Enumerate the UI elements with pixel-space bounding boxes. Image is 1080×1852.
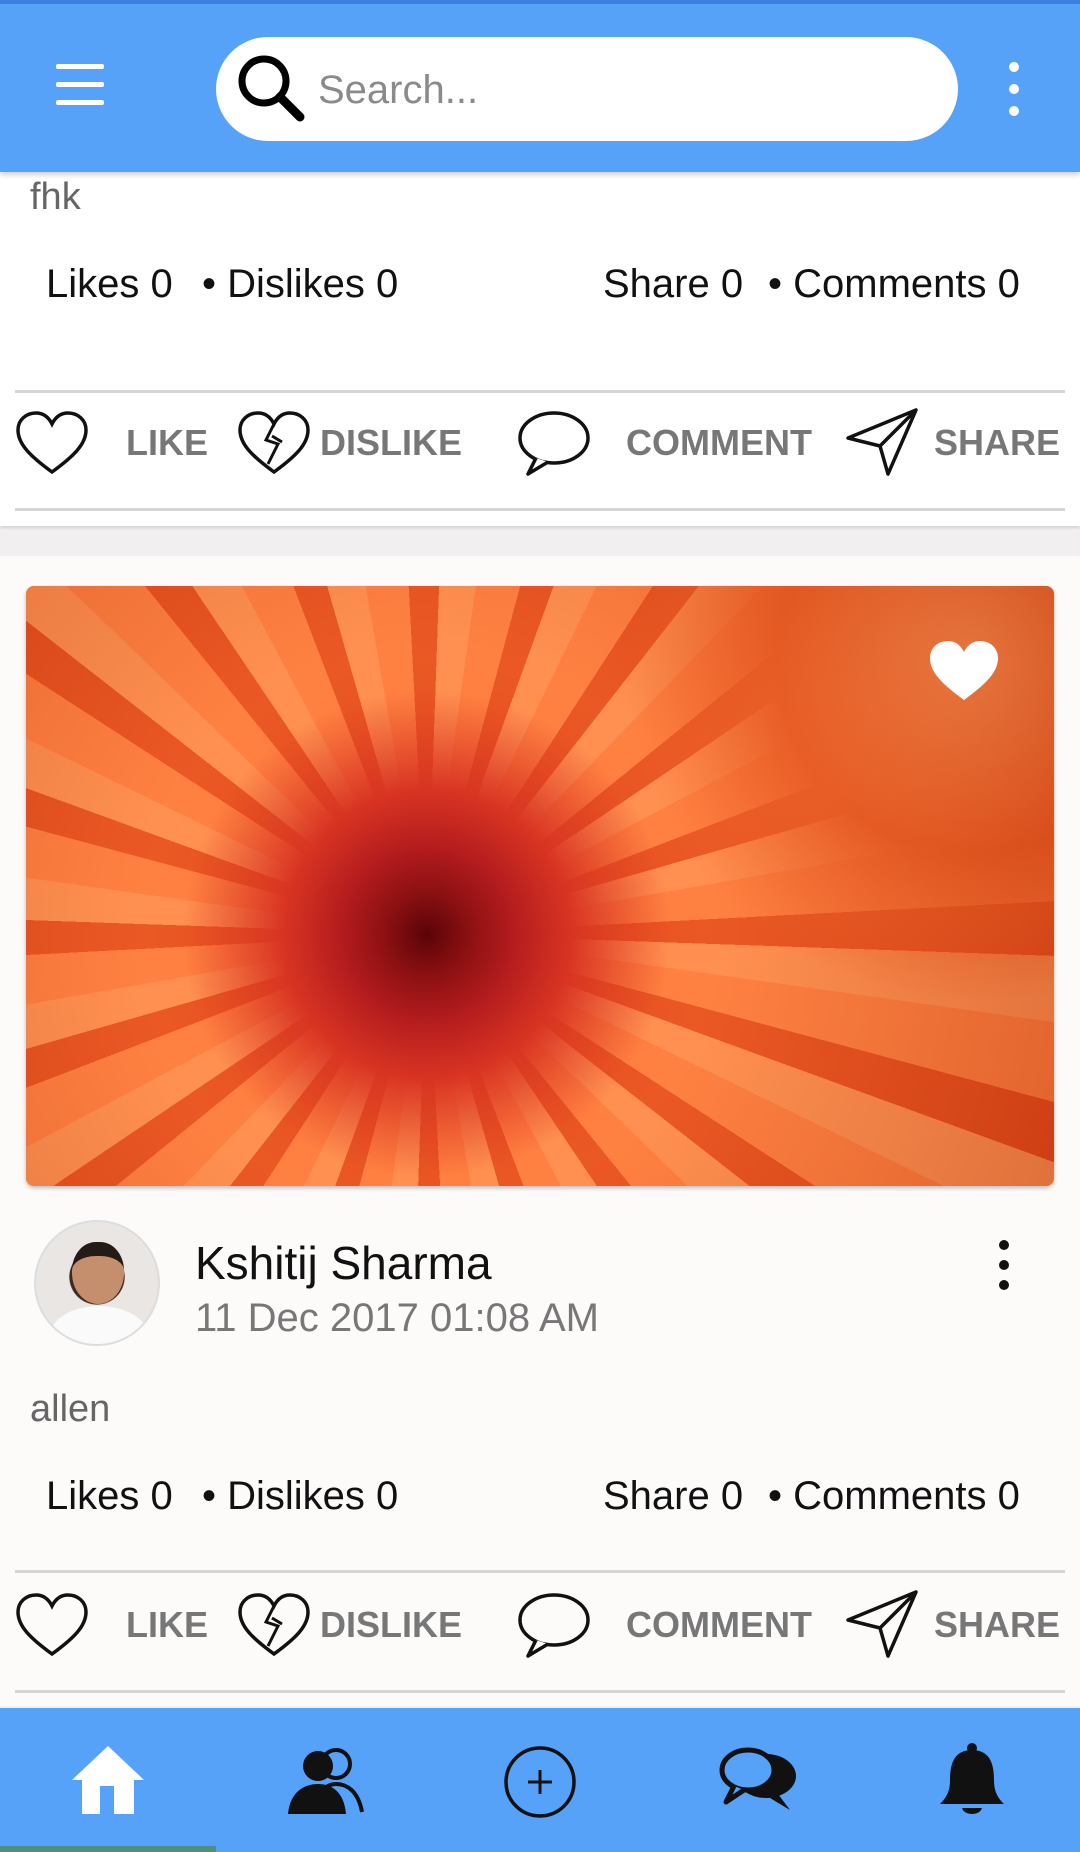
divider (15, 1570, 1065, 1573)
dislike-button[interactable]: DISLIKE (234, 398, 462, 488)
shares-count[interactable]: Share 0 (603, 262, 743, 307)
likes-count[interactable]: Likes 0 (46, 1474, 173, 1519)
comment-label: COMMENT (626, 1604, 812, 1645)
share-label: SHARE (934, 1604, 1061, 1645)
post-card: Kshitij Sharma 11 Dec 2017 01:08 AM alle… (0, 556, 1080, 1706)
favorite-heart-icon[interactable] (926, 636, 1002, 706)
post-text: allen (30, 1388, 111, 1430)
heart-outline-icon (16, 1593, 88, 1657)
post-stats: Likes 0 • Dislikes 0 Share 0 • Comments … (0, 262, 1080, 322)
bottom-navigation (0, 1708, 1080, 1852)
nav-add-post[interactable] (432, 1708, 648, 1852)
search-bar[interactable] (216, 37, 958, 141)
post-options-icon[interactable] (984, 1240, 1024, 1296)
divider (15, 390, 1065, 393)
friends-icon (288, 1748, 364, 1814)
likes-count[interactable]: Likes 0 (46, 262, 173, 307)
share-button[interactable]: SHARE (844, 398, 1074, 488)
dislikes-count[interactable]: • Dislikes 0 (202, 1474, 398, 1519)
heart-outline-icon (16, 411, 88, 475)
share-button[interactable]: SHARE (844, 1580, 1074, 1670)
broken-heart-icon (238, 1593, 310, 1657)
nav-home[interactable] (0, 1708, 216, 1852)
speech-bubble-icon (518, 411, 590, 476)
author-name[interactable]: Kshitij Sharma (195, 1236, 492, 1290)
active-tab-indicator (0, 1846, 216, 1852)
post-text: fhk (30, 176, 81, 218)
broken-heart-icon (238, 411, 310, 475)
comment-button[interactable]: COMMENT (516, 398, 816, 488)
comment-button[interactable]: COMMENT (516, 1580, 816, 1670)
comment-label: COMMENT (626, 422, 812, 463)
like-label: LIKE (126, 1604, 209, 1645)
search-icon (238, 55, 305, 122)
nav-notifications[interactable] (864, 1708, 1080, 1852)
post-stats: Likes 0 • Dislikes 0 Share 0 • Comments … (0, 1474, 1080, 1534)
comments-count[interactable]: • Comments 0 (768, 1474, 1020, 1519)
top-app-bar (0, 0, 1080, 172)
post-image[interactable] (26, 586, 1054, 1186)
messages-icon (719, 1747, 796, 1810)
post-timestamp: 11 Dec 2017 01:08 AM (195, 1296, 599, 1340)
comments-count[interactable]: • Comments 0 (768, 262, 1020, 307)
post-card: fhk Likes 0 • Dislikes 0 Share 0 • Comme… (0, 172, 1080, 526)
like-label: LIKE (126, 422, 209, 463)
like-button[interactable]: LIKE (10, 1580, 210, 1670)
dislikes-count[interactable]: • Dislikes 0 (202, 262, 398, 307)
divider (15, 1690, 1065, 1693)
overflow-menu-icon[interactable] (994, 62, 1034, 118)
dislike-label: DISLIKE (320, 422, 463, 463)
post-actions: LIKE DISLIKE COMMENT SHARE (0, 1580, 1080, 1670)
nav-friends[interactable] (216, 1708, 432, 1852)
home-icon (72, 1746, 144, 1814)
post-actions: LIKE DISLIKE COMMENT SHARE (0, 398, 1080, 488)
add-post-icon (504, 1746, 576, 1818)
divider (15, 508, 1065, 511)
avatar[interactable] (34, 1220, 160, 1346)
share-label: SHARE (934, 422, 1061, 463)
nav-messages[interactable] (648, 1708, 864, 1852)
paper-plane-icon (846, 1590, 918, 1658)
shares-count[interactable]: Share 0 (603, 1474, 743, 1519)
search-input[interactable] (316, 57, 920, 123)
speech-bubble-icon (518, 1593, 590, 1658)
paper-plane-icon (846, 408, 918, 476)
like-button[interactable]: LIKE (10, 398, 210, 488)
dislike-label: DISLIKE (320, 1604, 463, 1645)
dislike-button[interactable]: DISLIKE (234, 1580, 462, 1670)
notifications-icon (940, 1743, 1004, 1814)
menu-icon[interactable] (48, 62, 110, 110)
